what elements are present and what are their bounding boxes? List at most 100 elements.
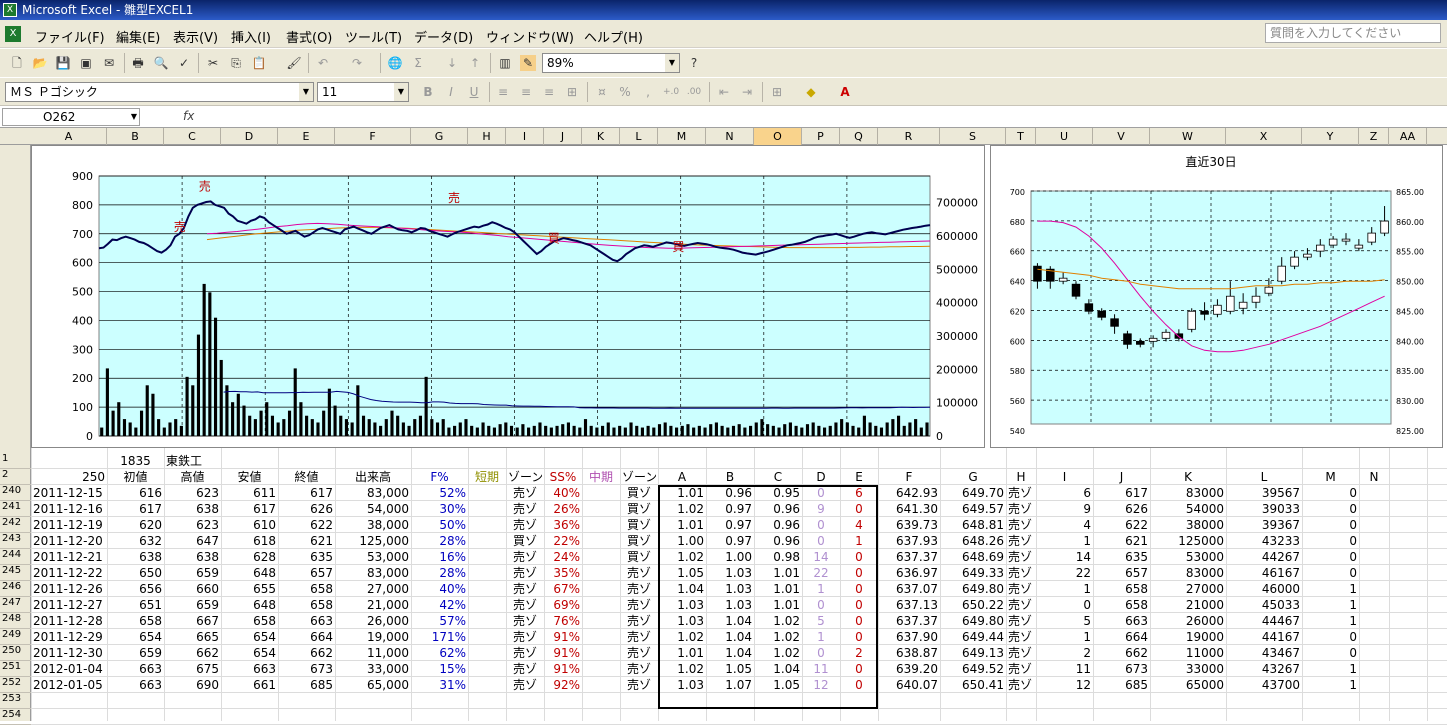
- menu-view[interactable]: 表示(V): [173, 27, 218, 46]
- column-header-aa[interactable]: AA: [1389, 128, 1427, 145]
- menu-window[interactable]: ウィンドウ(W): [486, 27, 574, 46]
- column-header-s[interactable]: S: [940, 128, 1006, 145]
- permission-icon[interactable]: ▣: [78, 55, 94, 71]
- save-icon[interactable]: 💾: [55, 55, 71, 71]
- new-icon[interactable]: 🗋: [9, 55, 25, 71]
- excel-doc-icon[interactable]: X: [5, 26, 21, 42]
- comma-icon[interactable]: ,: [640, 84, 656, 100]
- help-search-input[interactable]: 質問を入力してください: [1265, 23, 1441, 43]
- row-header[interactable]: 253: [0, 693, 31, 709]
- font-select[interactable]: ＭＳ Ｐゴシック ▼: [5, 82, 314, 102]
- row-header[interactable]: 249: [0, 629, 31, 645]
- font-size-select[interactable]: 11 ▼: [317, 82, 409, 102]
- column-header-v[interactable]: V: [1093, 128, 1150, 145]
- row-header[interactable]: 242: [0, 517, 31, 533]
- column-header-f[interactable]: F: [335, 128, 411, 145]
- spelling-icon[interactable]: ✓: [176, 55, 192, 71]
- italic-icon[interactable]: I: [443, 84, 459, 100]
- print-preview-icon[interactable]: 🔍: [153, 55, 169, 71]
- copy-icon[interactable]: ⎘: [228, 55, 244, 71]
- percent-icon[interactable]: %: [617, 84, 633, 100]
- fill-color-icon[interactable]: ◆: [803, 84, 819, 100]
- merge-center-icon[interactable]: ⊞: [564, 84, 580, 100]
- menu-edit[interactable]: 編集(E): [116, 27, 160, 46]
- increase-indent-icon[interactable]: ⇥: [739, 84, 755, 100]
- column-header-m[interactable]: M: [658, 128, 706, 145]
- column-header-a[interactable]: A: [31, 128, 107, 145]
- column-header-p[interactable]: P: [802, 128, 840, 145]
- decrease-indent-icon[interactable]: ⇤: [716, 84, 732, 100]
- chevron-down-icon[interactable]: ▼: [131, 109, 137, 125]
- currency-icon[interactable]: ¤: [594, 84, 610, 100]
- fx-icon[interactable]: fx: [183, 109, 194, 123]
- menu-data[interactable]: データ(D): [414, 27, 473, 46]
- column-header-b[interactable]: B: [107, 128, 164, 145]
- redo-icon[interactable]: ↷: [349, 55, 365, 71]
- column-header-n[interactable]: N: [706, 128, 754, 145]
- menu-help[interactable]: ヘルプ(H): [584, 27, 643, 46]
- row-header[interactable]: 240: [0, 485, 31, 501]
- zoom-select[interactable]: 89% ▼: [542, 53, 680, 73]
- row-header[interactable]: 241: [0, 501, 31, 517]
- chevron-down-icon[interactable]: ▼: [665, 54, 679, 72]
- undo-icon[interactable]: ↶: [315, 55, 331, 71]
- row-header[interactable]: 247: [0, 597, 31, 613]
- column-header-c[interactable]: C: [164, 128, 221, 145]
- format-painter-icon[interactable]: 🖌: [286, 55, 302, 71]
- row-header[interactable]: 250: [0, 645, 31, 661]
- menu-tools[interactable]: ツール(T): [345, 27, 402, 46]
- chevron-down-icon[interactable]: ▼: [394, 83, 408, 101]
- sort-asc-icon[interactable]: ↓: [444, 55, 460, 71]
- row-header[interactable]: 251: [0, 661, 31, 677]
- menu-format[interactable]: 書式(O): [286, 27, 332, 46]
- underline-icon[interactable]: U: [466, 84, 482, 100]
- decrease-decimal-icon[interactable]: .00: [686, 84, 702, 100]
- column-header-d[interactable]: D: [221, 128, 278, 145]
- column-header-z[interactable]: Z: [1359, 128, 1389, 145]
- cut-icon[interactable]: ✂: [205, 55, 221, 71]
- align-center-icon[interactable]: ≡: [518, 84, 534, 100]
- chart-wizard-icon[interactable]: ▥: [497, 55, 513, 71]
- borders-icon[interactable]: ⊞: [769, 84, 785, 100]
- recent-30-days-chart[interactable]: 直近30日 700 680 660 640 620 600 580 560 540 865.00 86…: [990, 145, 1443, 448]
- help-icon[interactable]: ?: [686, 55, 702, 71]
- column-header-u[interactable]: U: [1036, 128, 1093, 145]
- column-header-h[interactable]: H: [468, 128, 506, 145]
- row-header[interactable]: 248: [0, 613, 31, 629]
- column-header-t[interactable]: T: [1006, 128, 1036, 145]
- row-header[interactable]: 243: [0, 533, 31, 549]
- print-icon[interactable]: 🖶: [130, 55, 146, 71]
- row-header[interactable]: 245: [0, 565, 31, 581]
- increase-decimal-icon[interactable]: +.0: [663, 84, 679, 100]
- column-header-i[interactable]: I: [506, 128, 544, 145]
- column-header-r[interactable]: R: [878, 128, 940, 145]
- align-left-icon[interactable]: ≡: [495, 84, 511, 100]
- paste-icon[interactable]: 📋: [251, 55, 267, 71]
- open-icon[interactable]: 📂: [32, 55, 48, 71]
- menu-insert[interactable]: 挿入(I): [231, 27, 271, 46]
- column-header-e[interactable]: E: [278, 128, 335, 145]
- align-right-icon[interactable]: ≡: [541, 84, 557, 100]
- row-header[interactable]: 1: [0, 453, 31, 469]
- row-header[interactable]: 252: [0, 677, 31, 693]
- menu-file[interactable]: ファイル(F): [35, 27, 105, 46]
- column-header-k[interactable]: K: [582, 128, 620, 145]
- hyperlink-icon[interactable]: 🌐: [387, 55, 403, 71]
- column-header-w[interactable]: W: [1150, 128, 1226, 145]
- chevron-down-icon[interactable]: ▼: [299, 83, 313, 101]
- row-header[interactable]: 2: [0, 469, 31, 485]
- column-header-l[interactable]: L: [620, 128, 658, 145]
- price-volume-chart[interactable]: 0 100 200 300 400 500 600 700 800 900 0 100000 20000…: [31, 145, 985, 448]
- column-header-j[interactable]: J: [544, 128, 582, 145]
- column-header-x[interactable]: X: [1226, 128, 1302, 145]
- row-header[interactable]: 254: [0, 709, 31, 725]
- name-box[interactable]: O262 ▼: [2, 108, 140, 126]
- column-header-q[interactable]: Q: [840, 128, 878, 145]
- autosum-icon[interactable]: Σ: [410, 55, 426, 71]
- row-header[interactable]: 244: [0, 549, 31, 565]
- column-header-y[interactable]: Y: [1302, 128, 1359, 145]
- drawing-icon[interactable]: ✎: [520, 55, 536, 71]
- font-color-icon[interactable]: A: [837, 84, 853, 100]
- column-header-o[interactable]: O: [754, 128, 802, 145]
- bold-icon[interactable]: B: [420, 84, 436, 100]
